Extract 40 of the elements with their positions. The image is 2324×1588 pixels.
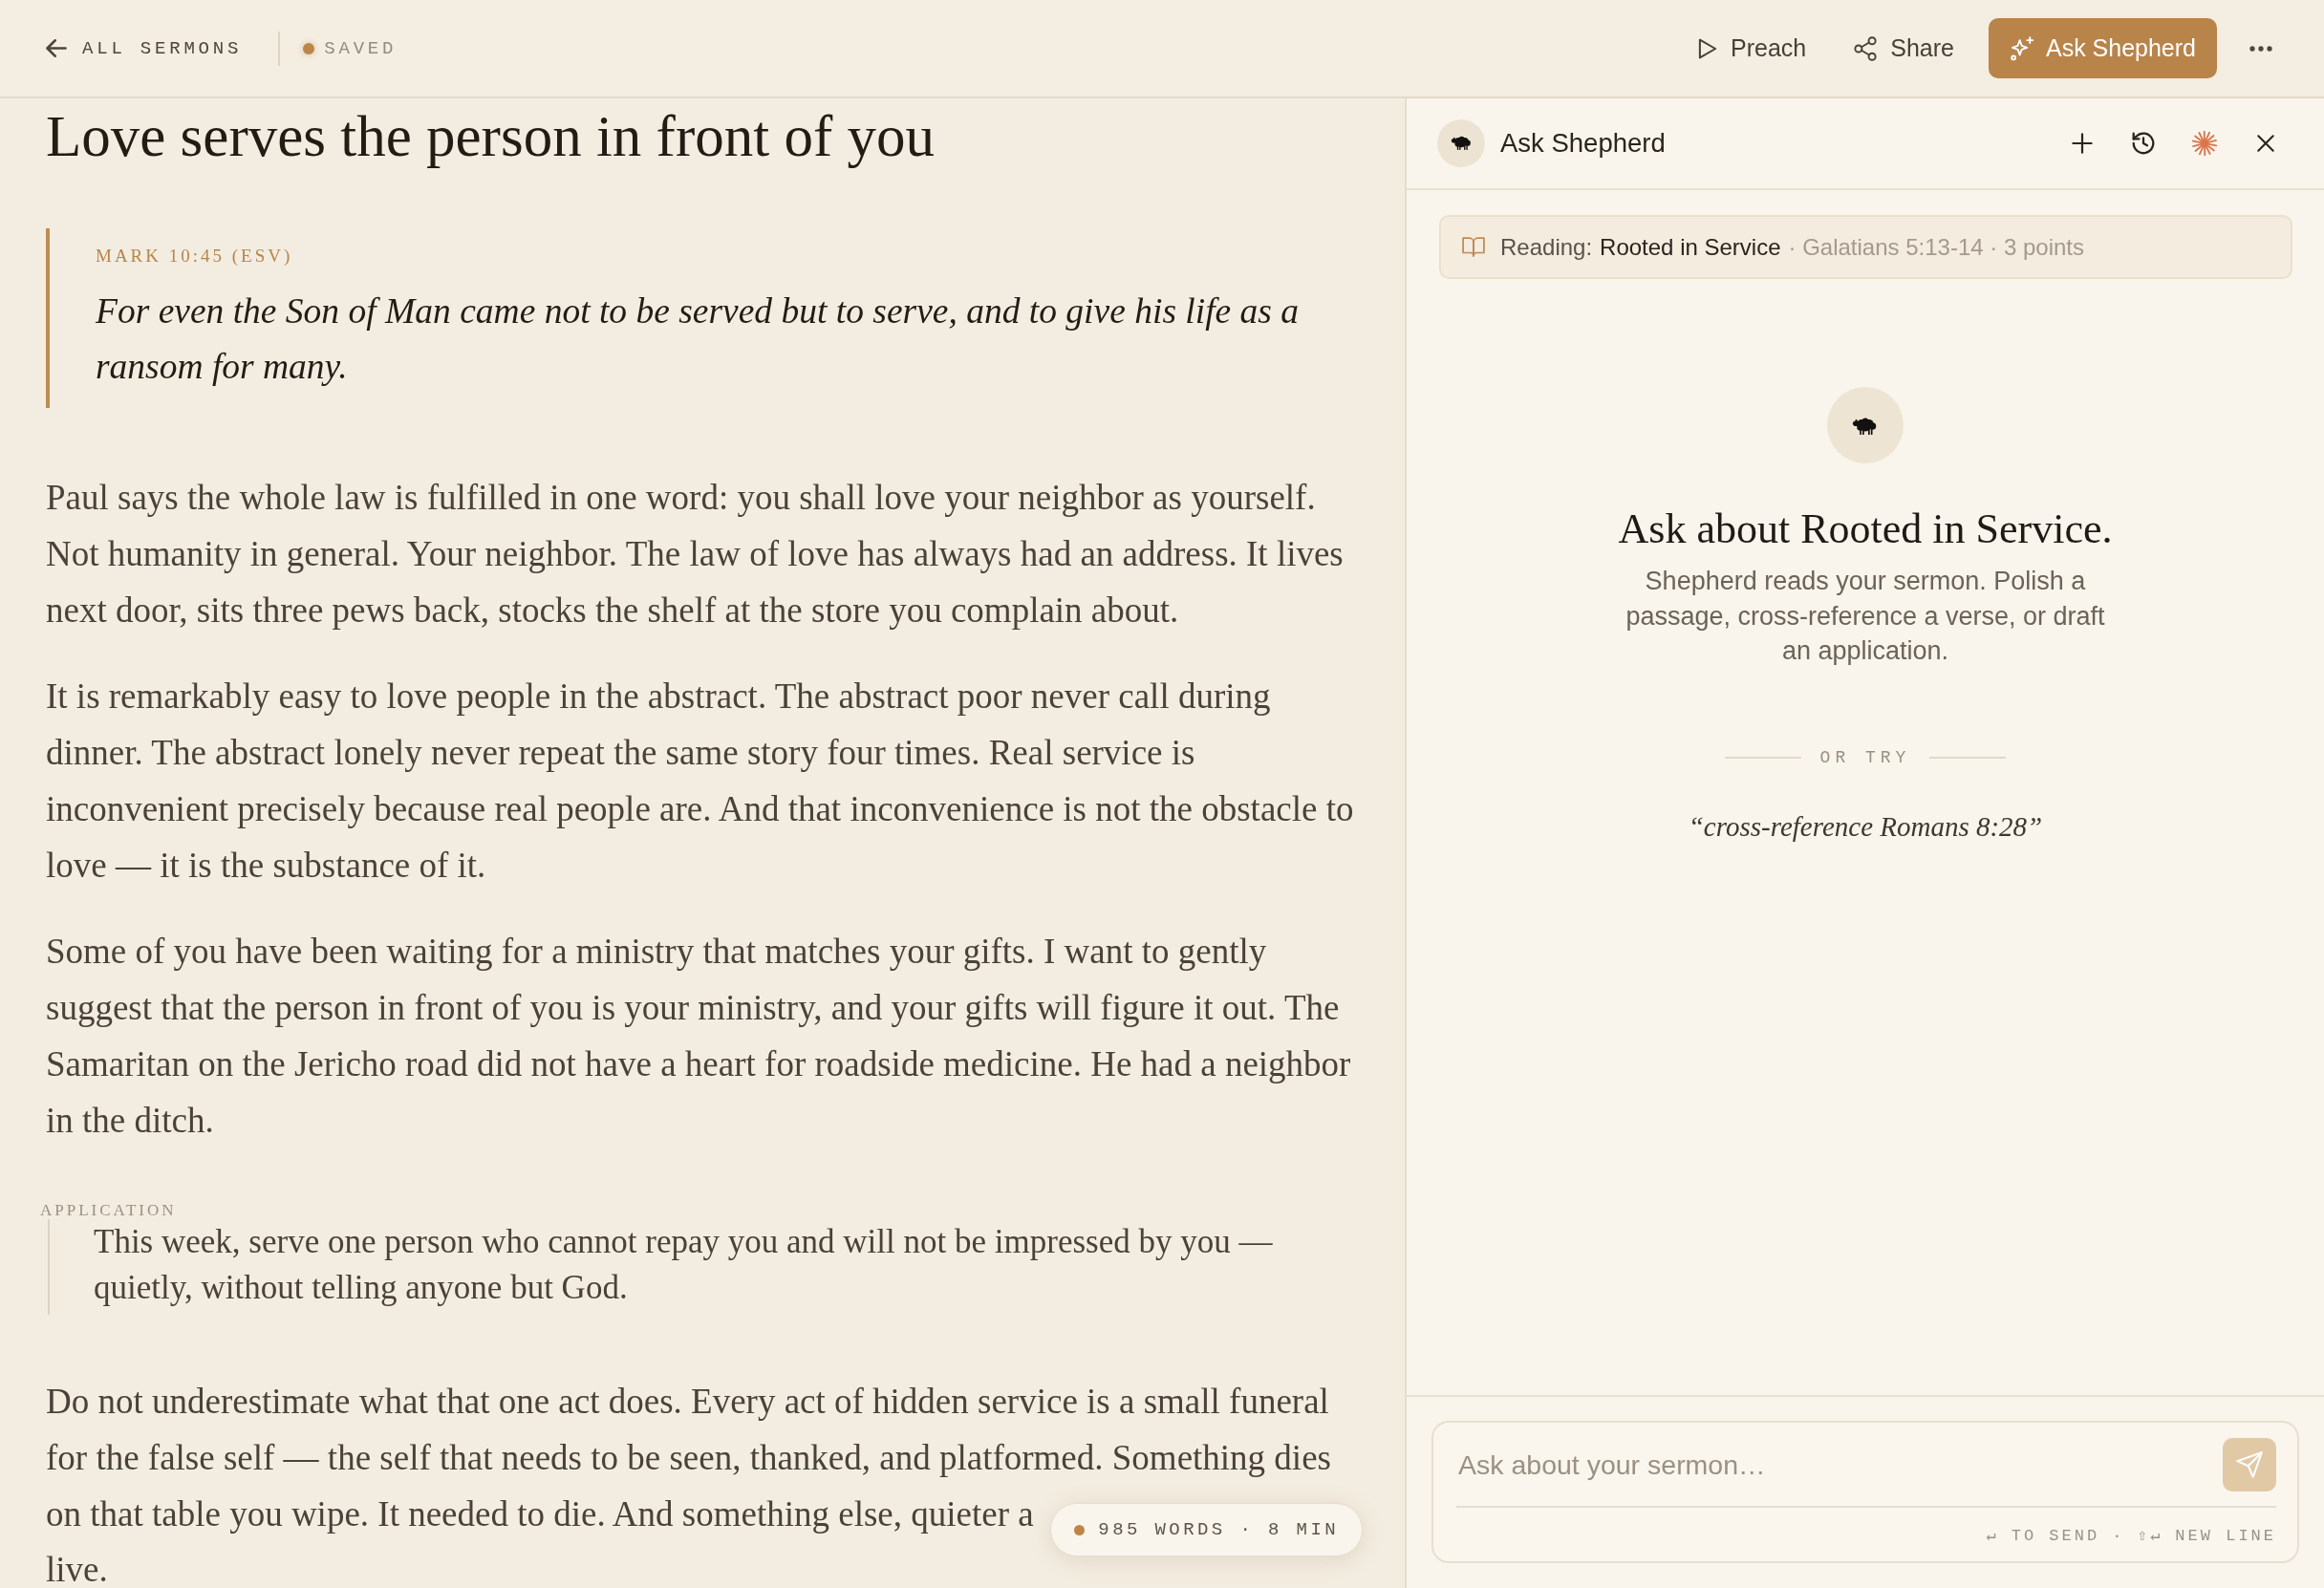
block-label: APPLICATION: [40, 1202, 177, 1219]
suggestion-link[interactable]: “cross-reference Romans 8:28”: [1682, 806, 2049, 846]
book-icon: [1462, 237, 1485, 257]
share-icon: [1854, 35, 1878, 61]
status-dot-icon: [1074, 1524, 1086, 1535]
body-paragraph: Some of you have been waiting for a ministry that matches your gifts. I want to gently suggest that the person in front of you is your ministry, and your gifts will figure it out. The Samaritan on the Jericho road did not have a heart for roadside medicine. He had a neighbor in the ditch.: [46, 931, 1352, 1142]
empty-heading: Ask about Rooted in Service.: [1618, 504, 2113, 554]
history-icon: [2132, 132, 2155, 155]
sheep-avatar-icon: [1437, 119, 1485, 167]
sheep-icon: [1827, 387, 1904, 463]
back-arrow-icon: [46, 39, 67, 57]
sermon-title: Love serves the person in front of you: [46, 103, 936, 170]
starburst-icon: [2192, 131, 2217, 156]
save-status: SAVED: [324, 36, 398, 61]
word-count-text: 985 WORDS · 8 MIN: [1098, 1518, 1339, 1542]
close-icon: [2257, 135, 2274, 152]
context-label: Reading:: [1500, 233, 1593, 261]
play-icon: [1698, 36, 1717, 60]
status-dot-icon: [303, 42, 315, 54]
message-input[interactable]: Ask about your sermon…: [1456, 1438, 2207, 1491]
panel-title: Ask Shepherd: [1500, 128, 1667, 159]
application-text: This week, serve one person who cannot repay you and will not be impressed by you — quietly, without telling anyone but God.: [94, 1222, 1274, 1308]
keyboard-hint: ↵ TO SEND · ⇧↵ NEW LINE: [1985, 1526, 2276, 1547]
plus-icon: [2072, 133, 2093, 154]
preach-button[interactable]: Preach: [1679, 18, 1826, 78]
divider-label: OR TRY: [1819, 746, 1911, 769]
back-link[interactable]: ALL SERMONS: [46, 33, 243, 63]
context-meta: · Galatians 5:13-14 · 3 points: [1788, 233, 2085, 261]
paragraph-line: live.: [46, 1553, 108, 1587]
sparkle-icon: [2009, 35, 2034, 61]
share-button[interactable]: Share: [1835, 18, 1973, 78]
body-paragraph: It is remarkably easy to love people in the abstract. The abstract poor never call during dinner. The abstract lonely never repeat the same story four times. Real service is inconvenient precisely because real people are. And that inconvenience is not the obstacle to love — it is the substance of it.: [46, 676, 1355, 887]
more-icon: [2249, 45, 2272, 52]
scripture-text: For even the Son of Man came not to be served but to serve, and to give his life as a ransom for many.: [96, 290, 1301, 388]
empty-description: Shepherd reads your sermon. Polish a passage, cross-reference a verse, or draft an application.: [1625, 566, 2106, 667]
body-paragraph: Paul says the whole law is fulfilled in one word: you shall love your neighbor as yourself. Not humanity in general. Your neighbor. The law of love has always had an address. It lives next door, sits three pews back, stocks the shelf at the store you complain about.: [46, 477, 1345, 632]
send-icon: [2236, 1451, 2263, 1478]
scripture-reference: MARK 10:45 (ESV): [96, 245, 294, 268]
sermon-name: Rooted in Service: [1600, 233, 1781, 261]
paragraph-line: on that table you wipe. It needed to die. And something else, quieter a: [46, 1493, 1034, 1535]
